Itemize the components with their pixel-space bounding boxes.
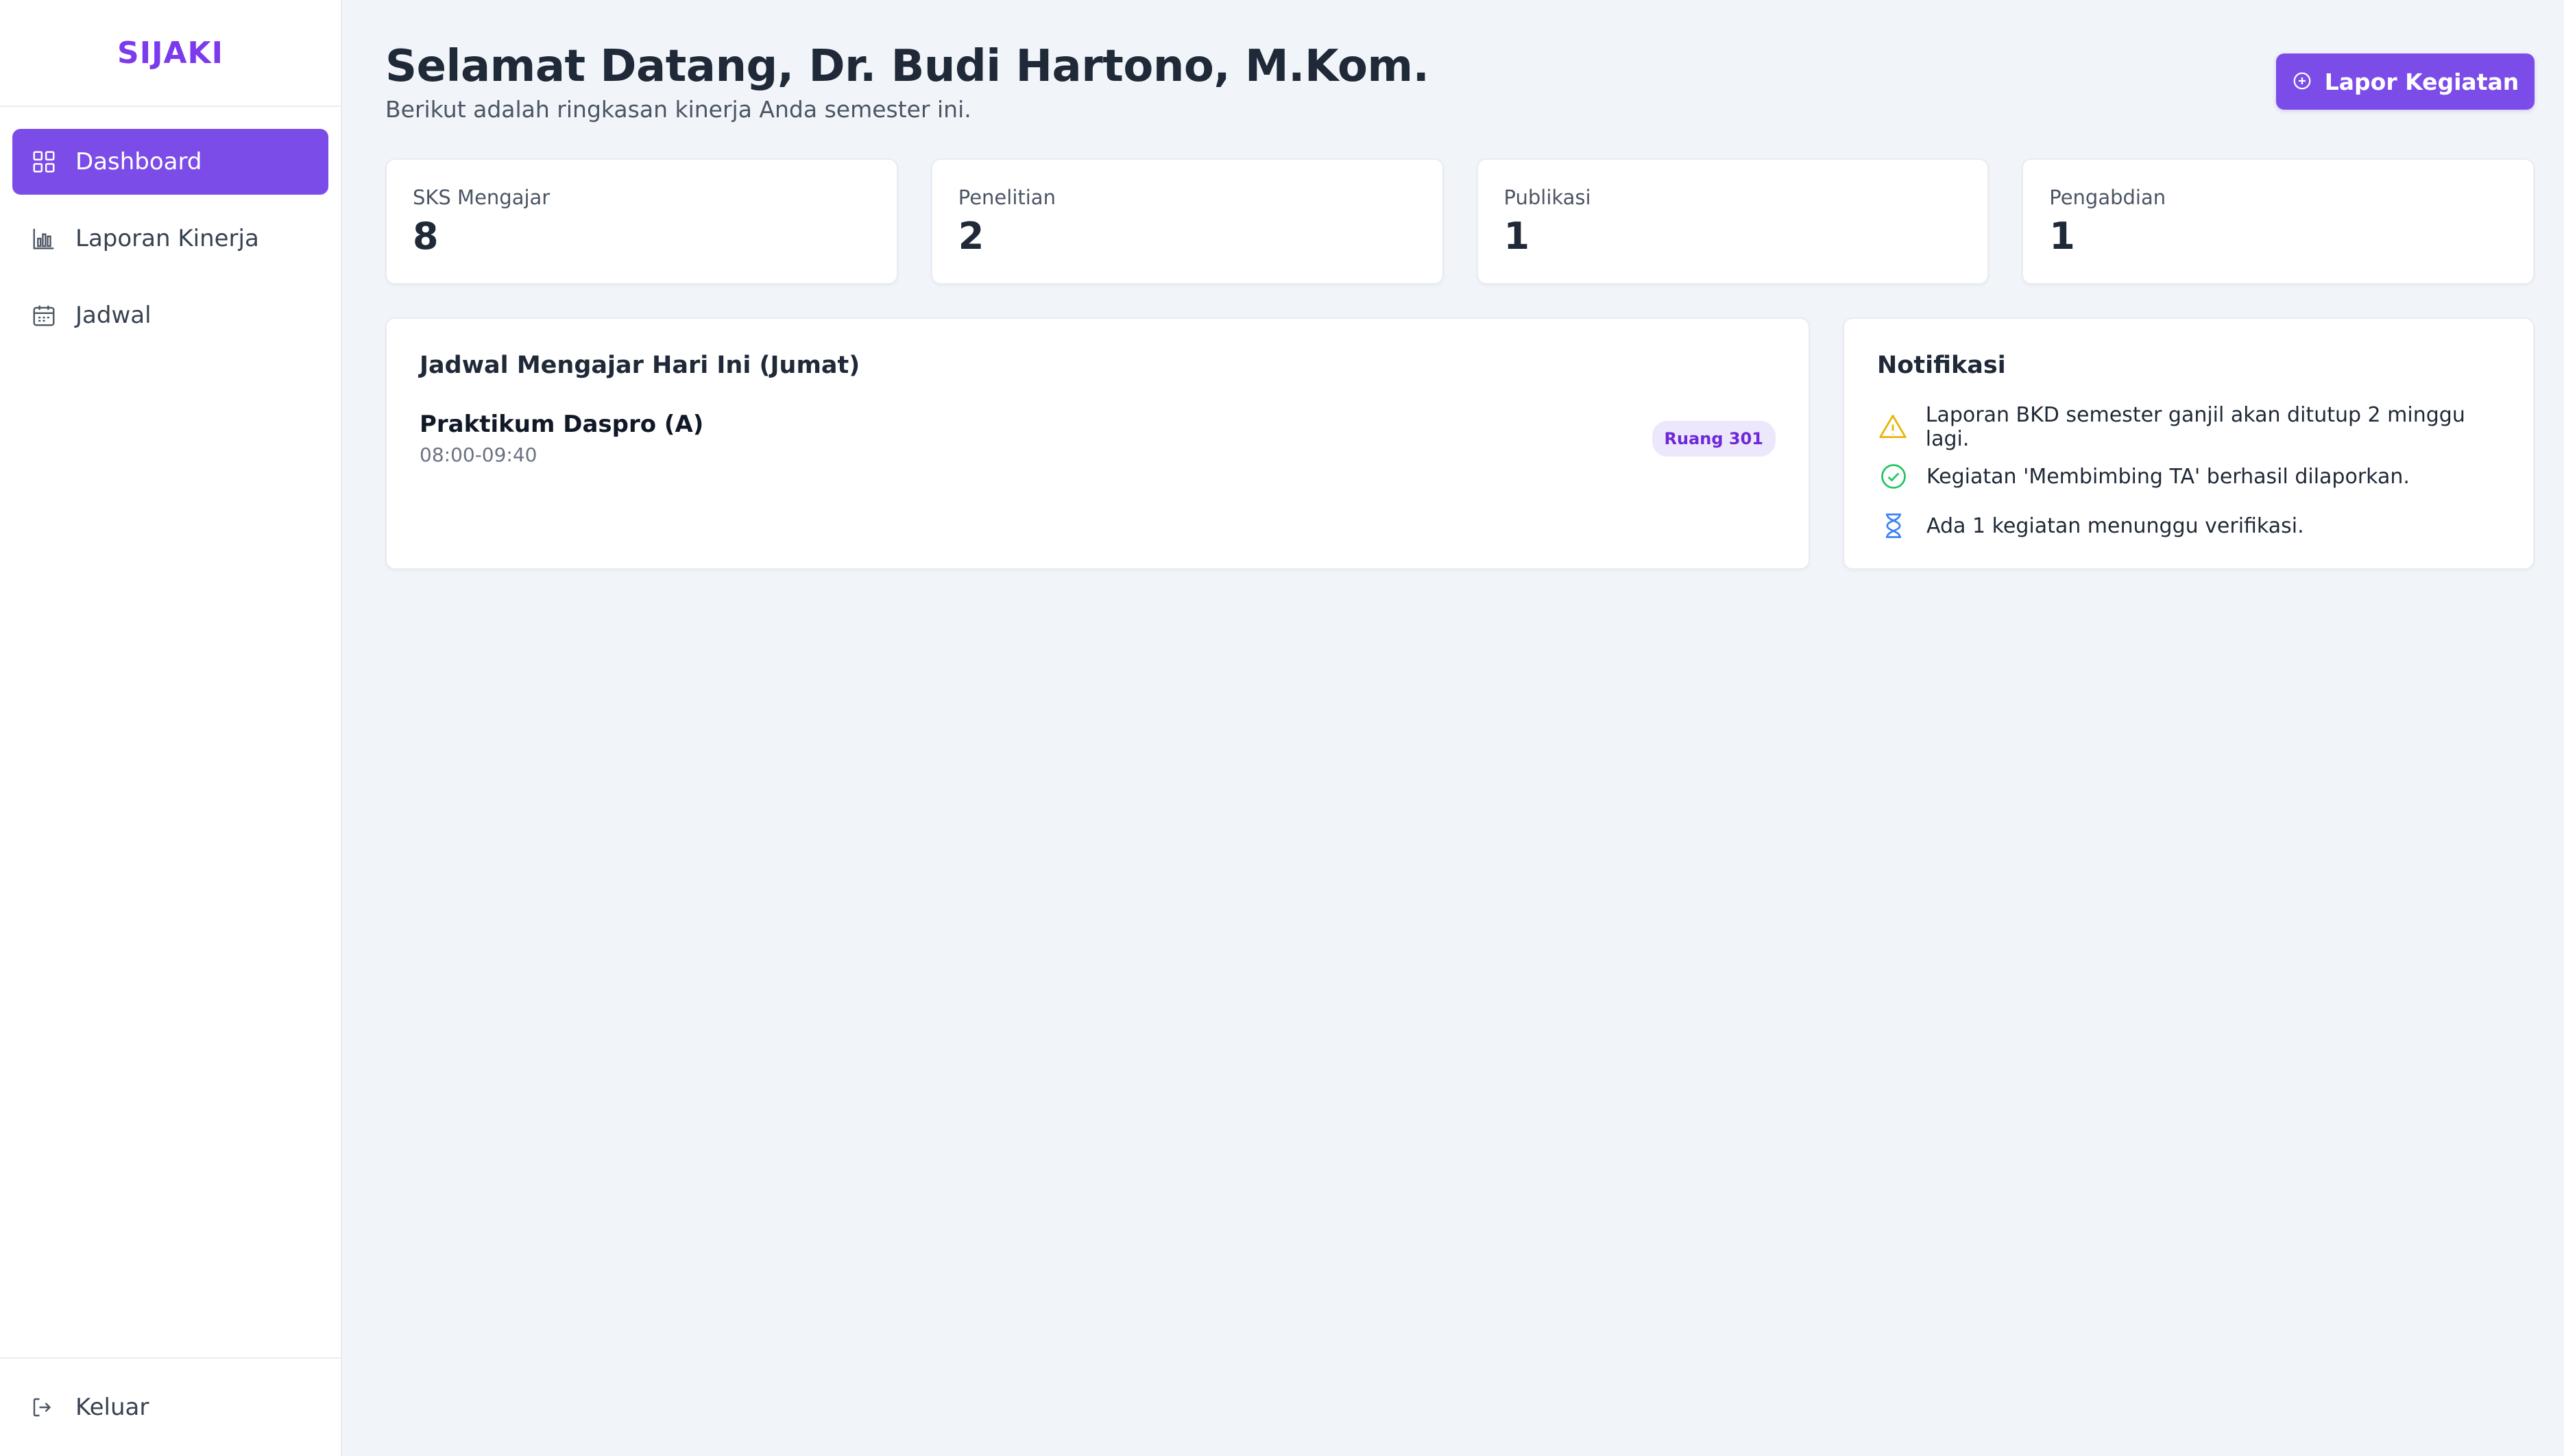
brand-logo-text[interactable]: SIJAKI xyxy=(117,36,223,71)
report-activity-label: Lapor Kegiatan xyxy=(2324,68,2519,95)
schedule-title: Jadwal Mengajar Hari Ini (Jumat) xyxy=(420,352,860,379)
notification-item[interactable]: Kegiatan 'Membimbing TA' berhasil dilapo… xyxy=(1877,452,2500,501)
sidebar-item-label: Dashboard xyxy=(75,148,202,175)
main-content: Selamat Datang, Dr. Budi Hartono, M.Kom.… xyxy=(342,0,2564,1456)
sidebar-item-label: Jadwal xyxy=(75,302,152,329)
sidebar-item-laporan-kinerja[interactable]: Laporan Kinerja xyxy=(12,206,328,271)
calendar-icon xyxy=(30,302,58,329)
stat-card-publikasi: Publikasi 1 xyxy=(1476,158,1989,284)
notification-text: Kegiatan 'Membimbing TA' berhasil dilapo… xyxy=(1926,464,2410,489)
bar-chart-icon xyxy=(30,225,58,252)
stat-label: SKS Mengajar xyxy=(413,186,551,209)
stat-value: 1 xyxy=(1503,215,1530,258)
schedule-item[interactable]: Praktikum Daspro (A) 08:00-09:40 Ruang 3… xyxy=(420,411,1776,466)
warning-icon xyxy=(1877,411,1909,444)
report-activity-button[interactable]: Lapor Kegiatan xyxy=(2276,53,2535,110)
notifications-card: Notifikasi Laporan BKD semester ganjil a… xyxy=(1843,317,2535,570)
notification-item[interactable]: Ada 1 kegiatan menunggu verifikasi. xyxy=(1877,501,2500,550)
stats-row: SKS Mengajar 8 Penelitian 2 Publikasi 1 … xyxy=(385,158,2535,284)
notification-text: Laporan BKD semester ganjil akan ditutup… xyxy=(1925,403,2465,451)
grid-icon xyxy=(30,148,58,175)
stat-card-sks: SKS Mengajar 8 xyxy=(385,158,898,284)
plus-circle-icon xyxy=(2292,71,2314,93)
sidebar-item-label: Laporan Kinerja xyxy=(75,225,259,252)
sidebar-nav: Dashboard Laporan Kinerja Jadwal xyxy=(0,107,341,359)
notifications-title: Notifikasi xyxy=(1877,352,2006,379)
page-title: Selamat Datang, Dr. Budi Hartono, M.Kom. xyxy=(385,41,1429,92)
page-subtitle: Berikut adalah ringkasan kinerja Anda se… xyxy=(385,96,971,123)
stat-value: 8 xyxy=(413,215,439,258)
class-time: 08:00-09:40 xyxy=(420,444,537,466)
notification-text: Ada 1 kegiatan menunggu verifikasi. xyxy=(1926,513,2304,538)
sidebar: SIJAKI Dashboard Laporan Kinerja Jadwal … xyxy=(0,0,342,1456)
sidebar-item-dashboard[interactable]: Dashboard xyxy=(12,129,328,195)
check-circle-icon xyxy=(1877,460,1910,493)
logout-button[interactable]: Keluar xyxy=(0,1357,341,1456)
page-header: Selamat Datang, Dr. Budi Hartono, M.Kom.… xyxy=(385,41,2535,123)
app-root: SIJAKI Dashboard Laporan Kinerja Jadwal … xyxy=(0,0,2564,1456)
notification-list: Laporan BKD semester ganjil akan ditutup… xyxy=(1877,402,2500,550)
logout-icon xyxy=(30,1394,58,1421)
class-name: Praktikum Daspro (A) xyxy=(420,411,704,438)
stat-value: 1 xyxy=(2049,215,2075,258)
hourglass-icon xyxy=(1877,509,1910,542)
logout-label: Keluar xyxy=(75,1394,149,1421)
stat-card-pengabdian: Pengabdian 1 xyxy=(2022,158,2535,284)
stat-value: 2 xyxy=(958,215,984,258)
schedule-card: Jadwal Mengajar Hari Ini (Jumat) Praktik… xyxy=(385,317,1810,570)
brand: SIJAKI xyxy=(0,0,341,107)
notification-item[interactable]: Laporan BKD semester ganjil akan ditutup… xyxy=(1877,402,2500,452)
stat-label: Pengabdian xyxy=(2049,186,2166,209)
content-row: Jadwal Mengajar Hari Ini (Jumat) Praktik… xyxy=(385,317,2535,570)
stat-label: Publikasi xyxy=(1503,186,1591,209)
stat-card-penelitian: Penelitian 2 xyxy=(930,158,1444,284)
room-badge: Ruang 301 xyxy=(1652,420,1776,457)
sidebar-item-jadwal[interactable]: Jadwal xyxy=(12,282,328,348)
stat-label: Penelitian xyxy=(958,186,1056,209)
